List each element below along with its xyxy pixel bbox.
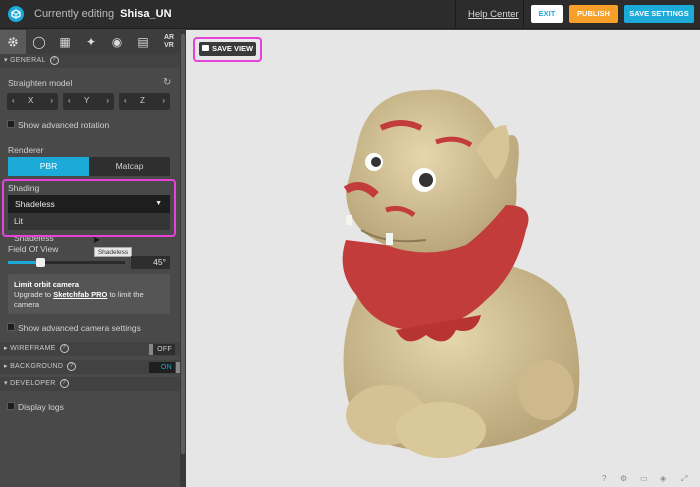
cursor-icon: ➤ [92, 235, 101, 246]
rotate-y-button[interactable]: ‹ Y › [63, 93, 114, 110]
settings-tabs: ◯ ▦ ✦ ◉ ▤ AR VR [0, 30, 180, 54]
axis-label: X [28, 96, 34, 105]
display-logs-label: Display logs [18, 402, 64, 412]
section-title: DEVELOPER [10, 380, 56, 387]
tooltip: Shadeless [94, 247, 132, 257]
help-icon[interactable]: ? [59, 343, 69, 353]
page-title: Currently editing Shisa_UN [34, 8, 172, 20]
rotate-right-icon[interactable]: › [106, 96, 109, 105]
section-title: BACKGROUND [10, 363, 64, 370]
limit-orbit-notice: Limit orbit camera Upgrade to Sketchfab … [8, 274, 170, 314]
advanced-rotation-label: Show advanced rotation [18, 120, 110, 130]
section-title: WIREFRAME [10, 345, 56, 352]
image-icon: ▦ [59, 35, 71, 49]
advanced-camera-checkbox[interactable] [7, 323, 15, 331]
developer-section-header[interactable]: ▾ DEVELOPER? [0, 377, 180, 391]
tab-post-processing[interactable]: ✦ [78, 30, 104, 54]
renderer-matcap-button[interactable]: Matcap [89, 157, 170, 176]
model-viewport[interactable] [186, 30, 700, 487]
help-icon[interactable]: ? [67, 361, 77, 371]
renderer-label: Renderer [8, 145, 44, 155]
tab-annotations[interactable]: ◉ [104, 30, 130, 54]
vr-label: VR [164, 42, 174, 49]
lightbulb-icon: ◯ [32, 35, 46, 49]
rotate-left-icon[interactable]: ‹ [68, 96, 71, 105]
settings-icon[interactable]: ⚙ [620, 474, 627, 483]
rotate-x-button[interactable]: ‹ X › [7, 93, 58, 110]
rotate-left-icon[interactable]: ‹ [124, 96, 127, 105]
help-icon[interactable]: ? [602, 474, 606, 483]
shading-highlight [2, 179, 176, 237]
rotate-right-icon[interactable]: › [50, 96, 53, 105]
save-view-highlight [193, 37, 262, 62]
slider-fill [8, 261, 40, 264]
upsell-text: Upgrade to [14, 290, 54, 299]
magic-wand-icon: ✦ [85, 35, 97, 49]
sketchfab-icon[interactable]: ◈ [660, 474, 666, 483]
advanced-camera-label: Show advanced camera settings [18, 323, 141, 333]
divider [455, 0, 456, 29]
help-center-link[interactable]: Help Center [468, 9, 519, 20]
exit-button[interactable]: EXIT [531, 5, 563, 23]
axis-label: Y [84, 96, 90, 105]
scrollbar-thumb[interactable] [181, 34, 185, 454]
map-pin-icon: ◉ [111, 35, 123, 49]
fov-value[interactable]: 45° [131, 256, 170, 269]
background-toggle[interactable]: ON [149, 362, 180, 373]
wireframe-section-header[interactable]: ▸ WIREFRAME? OFF [0, 342, 180, 356]
sketchfab-pro-link[interactable]: Sketchfab PRO [53, 290, 107, 299]
divider [523, 0, 524, 29]
vr-icon[interactable]: ▭ [640, 474, 648, 483]
straighten-label: Straighten model [8, 78, 73, 88]
tab-animation[interactable]: ▤ [130, 30, 156, 54]
tab-lighting[interactable]: ◯ [26, 30, 52, 54]
renderer-pbr-button[interactable]: PBR [8, 157, 89, 176]
film-icon: ▤ [137, 35, 149, 49]
axis-label: Z [140, 96, 145, 105]
ar-label: AR [163, 34, 175, 41]
help-icon[interactable]: ? [49, 55, 59, 65]
top-bar: Currently editing Shisa_UN Help Center E… [0, 0, 700, 29]
limit-orbit-title: Limit orbit camera [14, 280, 80, 289]
section-title: GENERAL [10, 57, 46, 64]
model-name: Shisa_UN [120, 8, 172, 20]
tab-scene-settings[interactable] [0, 30, 26, 54]
tab-ar-vr[interactable]: AR VR [156, 30, 182, 54]
fov-label: Field Of View [8, 244, 59, 254]
rotate-left-icon[interactable]: ‹ [12, 96, 15, 105]
slider-handle[interactable] [35, 258, 45, 267]
gear-icon [8, 37, 18, 47]
general-section-header[interactable]: ▾ GENERAL? [0, 54, 180, 68]
background-section-header[interactable]: ▸ BACKGROUND? ON [0, 360, 180, 374]
fullscreen-icon[interactable]: ⤢ [681, 474, 687, 484]
wireframe-toggle[interactable]: OFF [149, 344, 175, 355]
fov-slider[interactable] [8, 258, 125, 267]
reset-icon[interactable]: ↻ [163, 77, 171, 88]
shisa-model-render [342, 89, 580, 458]
display-logs-checkbox[interactable] [7, 402, 15, 410]
help-icon[interactable]: ? [59, 378, 69, 388]
rotate-z-button[interactable]: ‹ Z › [119, 93, 170, 110]
save-settings-button[interactable]: SAVE SETTINGS [624, 5, 694, 23]
publish-button[interactable]: PUBLISH [569, 5, 618, 23]
tab-materials[interactable]: ▦ [52, 30, 78, 54]
advanced-rotation-checkbox[interactable] [7, 120, 15, 128]
sketchfab-logo-icon[interactable] [8, 6, 24, 22]
rotate-right-icon[interactable]: › [162, 96, 165, 105]
